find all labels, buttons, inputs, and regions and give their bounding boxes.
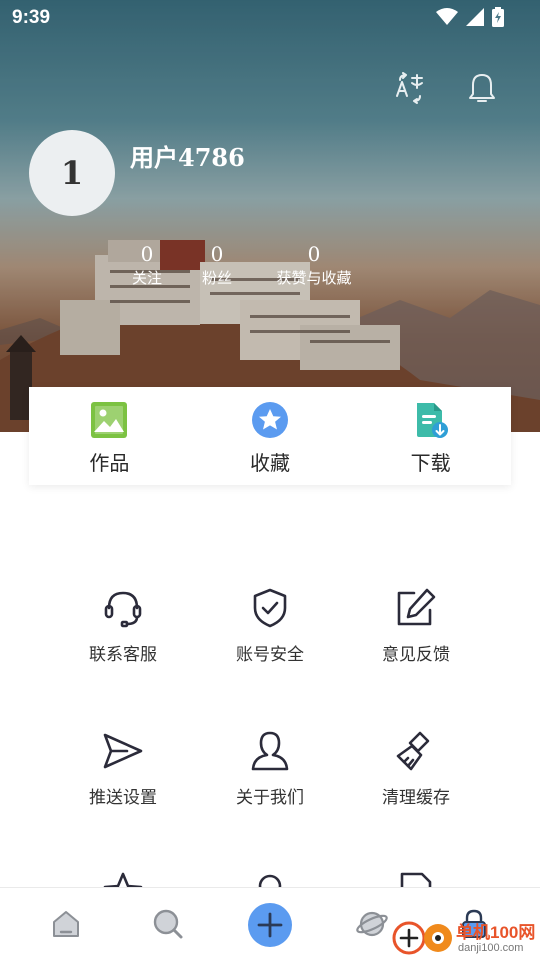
user-icon — [251, 731, 289, 771]
status-time: 9:39 — [12, 7, 51, 28]
watermark-text: 单机100网 — [456, 923, 536, 942]
tab-favorites[interactable]: 收藏 — [190, 387, 351, 485]
gallery-icon — [91, 402, 128, 438]
menu-about-us-label: 关于我们 — [236, 788, 304, 808]
nav-create[interactable] — [248, 903, 292, 947]
nav-home[interactable] — [46, 904, 86, 944]
tab-works-label: 作品 — [89, 451, 130, 475]
edit-icon — [397, 588, 436, 626]
tab-works[interactable]: 作品 — [29, 387, 190, 485]
stat-likes-favorites[interactable]: 0 获赞与收藏 — [268, 243, 360, 291]
planet-icon — [356, 911, 388, 937]
menu-push-settings-label: 推送设置 — [89, 788, 157, 808]
wifi-icon — [436, 8, 458, 25]
content-tabs-card: 作品 收藏 下载 — [29, 387, 511, 485]
menu-feedback[interactable]: 意见反馈 — [351, 586, 481, 665]
palace-scenery-image — [0, 0, 540, 432]
star-badge-icon — [252, 402, 288, 438]
status-bar: 9:39 — [0, 0, 540, 36]
menu-about-us[interactable]: 关于我们 — [205, 729, 335, 808]
username: 用户4786 — [130, 143, 245, 172]
stat-followers[interactable]: 0 粉丝 — [197, 243, 237, 291]
bell-icon — [469, 74, 495, 102]
header-actions — [392, 70, 500, 106]
send-icon — [103, 733, 143, 769]
menu-contact-support-label: 联系客服 — [89, 645, 157, 665]
battery-charging-icon — [492, 7, 504, 27]
plus-icon — [257, 912, 283, 938]
site-watermark: 单机100网 danji100.com — [390, 912, 540, 958]
brush-icon — [396, 731, 430, 771]
menu-feedback-label: 意见反馈 — [382, 645, 450, 665]
stat-following-label: 关注 — [131, 269, 162, 287]
menu-contact-support[interactable]: 联系客服 — [58, 586, 188, 665]
watermark-url: danji100.com — [458, 942, 524, 954]
menu-clear-cache-label: 清理缓存 — [382, 788, 450, 808]
menu-account-security[interactable]: 账号安全 — [205, 586, 335, 665]
tab-downloads-label: 下载 — [410, 451, 451, 475]
nav-discover[interactable] — [352, 904, 392, 944]
watermark-logo-icon — [392, 921, 452, 955]
translate-icon — [396, 72, 423, 104]
shield-icon — [253, 588, 287, 628]
menu-account-security-label: 账号安全 — [236, 645, 304, 665]
profile-header-background — [0, 0, 540, 432]
avatar[interactable]: 1 — [29, 130, 115, 216]
tab-favorites-label: 收藏 — [250, 451, 290, 475]
translate-button[interactable] — [392, 70, 428, 106]
tab-downloads[interactable]: 下载 — [350, 387, 511, 485]
stat-following[interactable]: 0 关注 — [127, 243, 167, 291]
stat-likes-count: 0 — [307, 242, 321, 266]
avatar-text: 1 — [60, 154, 84, 192]
signal-icon — [466, 8, 484, 26]
nav-search[interactable] — [148, 904, 188, 944]
stat-followers-label: 粉丝 — [201, 269, 232, 287]
headset-icon — [104, 591, 142, 628]
menu-clear-cache[interactable]: 清理缓存 — [351, 729, 481, 808]
search-icon — [153, 909, 183, 939]
stat-followers-count: 0 — [210, 242, 224, 266]
notifications-button[interactable] — [464, 70, 500, 106]
stat-likes-label: 获赞与收藏 — [276, 269, 352, 287]
menu-push-settings[interactable]: 推送设置 — [58, 729, 188, 808]
home-icon — [53, 911, 79, 937]
stat-following-count: 0 — [140, 242, 154, 266]
profile-stats: 0 关注 0 粉丝 0 获赞与收藏 — [0, 243, 540, 295]
file-download-icon — [416, 403, 448, 438]
